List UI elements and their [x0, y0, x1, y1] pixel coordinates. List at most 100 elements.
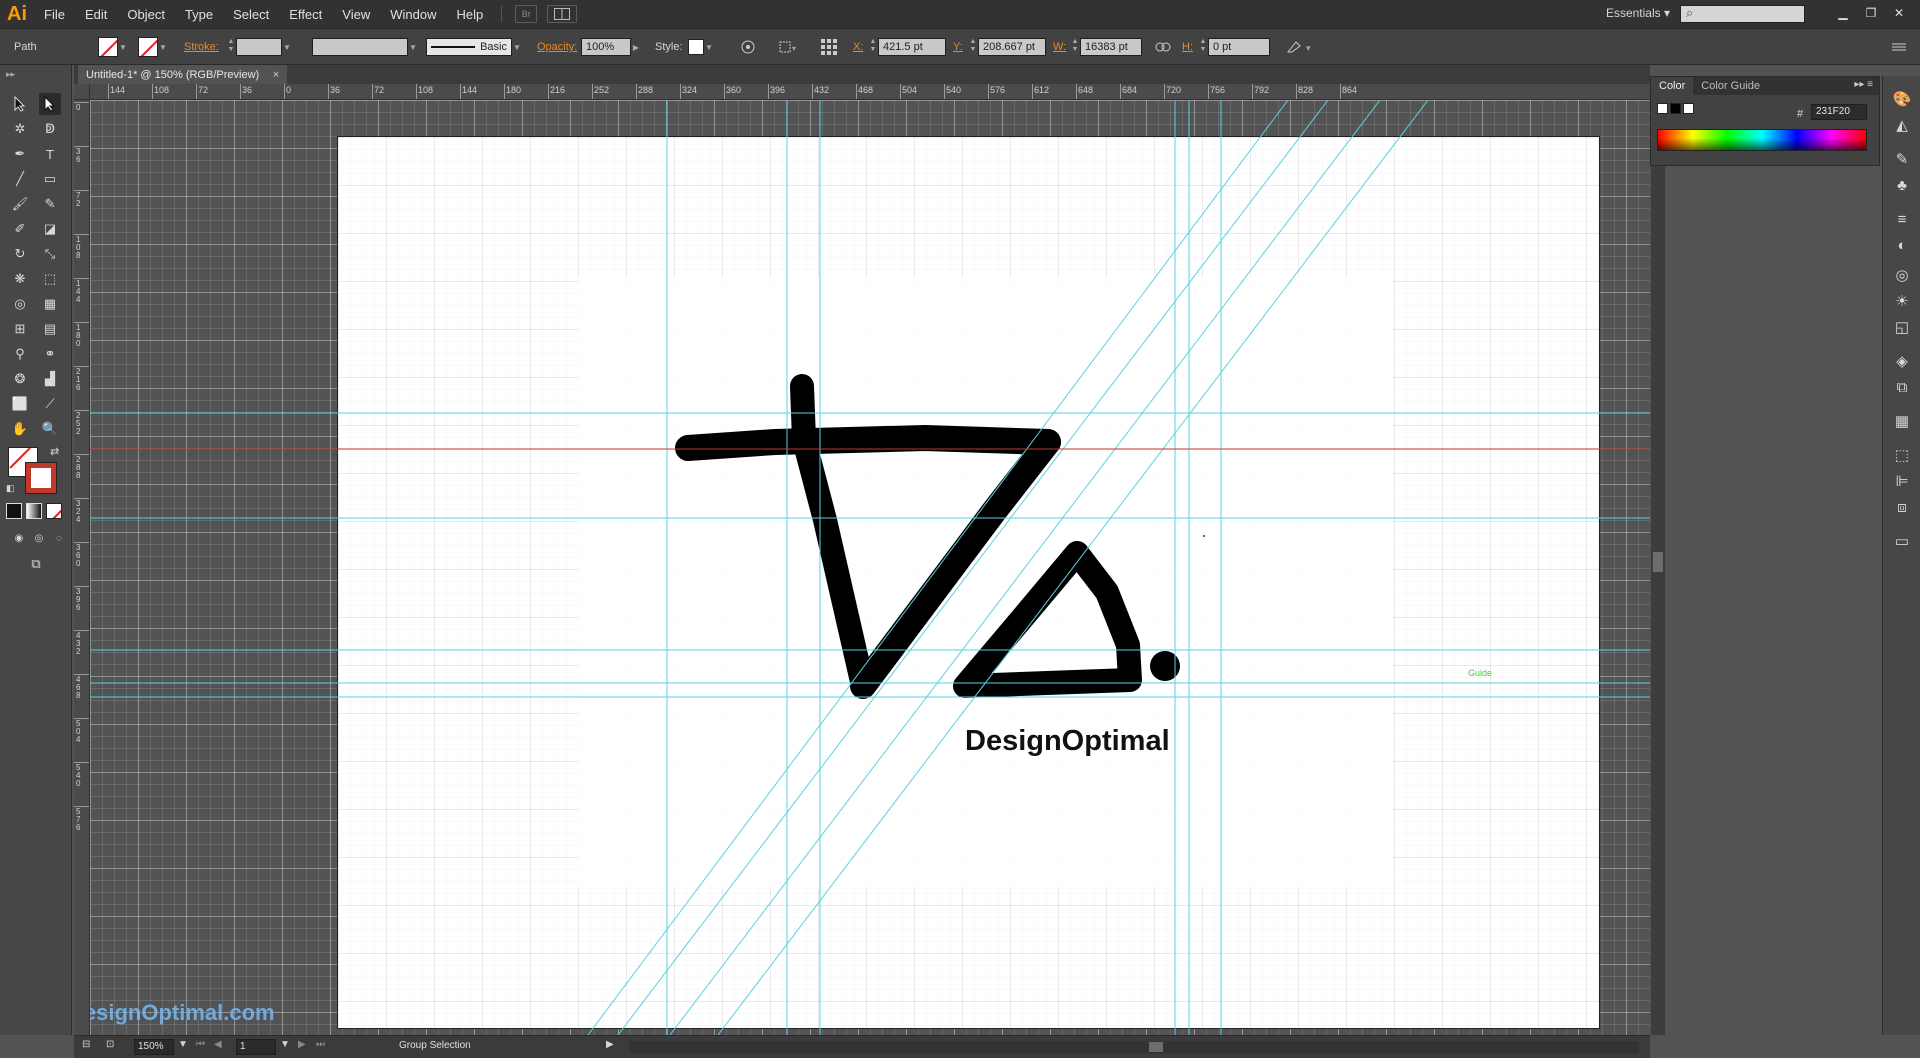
menu-view[interactable]: View: [332, 7, 380, 22]
magic-wand-icon[interactable]: ✲: [9, 118, 31, 140]
blend-icon[interactable]: ⚭: [39, 343, 61, 365]
warp-icon[interactable]: ❋: [9, 268, 31, 290]
graphic-style-swatch[interactable]: [688, 39, 704, 55]
h-field[interactable]: 0 pt: [1208, 38, 1270, 56]
scale-icon[interactable]: ⤡: [39, 243, 61, 265]
gradient-icon[interactable]: ▤: [39, 318, 61, 340]
mesh-icon[interactable]: ⊞: [9, 318, 31, 340]
minimize-button[interactable]: ▁: [1830, 4, 1856, 22]
y-label[interactable]: Y:: [953, 29, 963, 65]
opacity-label[interactable]: Opacity:: [537, 29, 577, 65]
x-field[interactable]: 421.5 pt: [878, 38, 946, 56]
stroke-swatch[interactable]: [138, 37, 158, 57]
artboards-panel-icon[interactable]: ⧉: [1892, 378, 1912, 398]
vertical-ruler[interactable]: 0 3 6 7 2 1 0 8 1 4 4 1 8 0 2 1 6 2 5 2 2 8 8 3 2…: [74, 100, 90, 1035]
appearance-icon[interactable]: ☀: [1892, 292, 1912, 312]
menu-effect[interactable]: Effect: [279, 7, 332, 22]
stroke-box[interactable]: [25, 462, 57, 494]
opacity-field[interactable]: 100%: [581, 38, 631, 56]
previous-artboard-icon[interactable]: ◀: [214, 1039, 222, 1050]
opacity-slider-icon[interactable]: ▶: [631, 38, 641, 56]
next-artboard-icon[interactable]: ▶: [298, 1039, 306, 1050]
fill-dropdown-icon[interactable]: ▼: [118, 38, 128, 56]
document-setup-icon[interactable]: ⊡: [106, 1039, 114, 1050]
arrange-documents-button[interactable]: [547, 5, 578, 23]
x-spinner[interactable]: ▲ ▼: [868, 38, 878, 56]
w-label[interactable]: W:: [1053, 29, 1066, 65]
pen-tool-icon[interactable]: ✒: [9, 143, 31, 165]
symbols-icon[interactable]: ♣: [1892, 176, 1912, 196]
y-field[interactable]: 208.667 pt: [978, 38, 1046, 56]
line-tool-icon[interactable]: ╱: [9, 168, 31, 190]
color-mode-icon[interactable]: [6, 503, 22, 519]
pencil-icon[interactable]: ✎: [39, 193, 61, 215]
swap-fill-stroke-icon[interactable]: ⇄: [50, 445, 59, 458]
rectangle-tool-icon[interactable]: ▭: [39, 168, 61, 190]
brush-dropdown-icon[interactable]: ▼: [512, 38, 522, 56]
slice-icon[interactable]: ⟋: [39, 393, 61, 415]
menu-edit[interactable]: Edit: [75, 7, 117, 22]
workspace-switcher[interactable]: Essentials ▾: [1606, 6, 1670, 20]
horizontal-scrollbar[interactable]: [629, 1041, 1639, 1053]
graphic-styles-icon[interactable]: ◱: [1892, 318, 1912, 338]
type-tool-icon[interactable]: T: [39, 143, 61, 165]
fill-swatch[interactable]: [98, 37, 118, 57]
recolor-artwork-icon[interactable]: [740, 29, 756, 65]
horizontal-scroll-thumb[interactable]: [1149, 1042, 1163, 1052]
status-options-icon[interactable]: ⊟: [82, 1039, 90, 1050]
none-color-swatch[interactable]: [1657, 103, 1668, 114]
profile-dropdown-icon[interactable]: ▼: [408, 38, 418, 56]
color-panel-icon[interactable]: 🎨: [1892, 90, 1912, 110]
artwork-brand-text[interactable]: DesignOptimal: [965, 725, 1170, 758]
white-color-swatch[interactable]: [1683, 103, 1694, 114]
artboard-number-field[interactable]: 1: [236, 1039, 276, 1055]
black-color-swatch[interactable]: [1670, 103, 1681, 114]
style-dropdown-icon[interactable]: ▼: [704, 38, 714, 56]
zoom-dropdown-icon[interactable]: ▼: [178, 1039, 188, 1050]
status-menu-icon[interactable]: ▶: [606, 1039, 614, 1050]
h-spinner[interactable]: ▲ ▼: [1198, 38, 1208, 56]
menu-type[interactable]: Type: [175, 7, 223, 22]
search-help-input[interactable]: ⌕: [1680, 5, 1805, 23]
gradient-panel-icon[interactable]: ◐: [1892, 236, 1912, 256]
transform-panel-icon[interactable]: ⬚: [1892, 446, 1912, 466]
free-transform-icon[interactable]: ⬚: [39, 268, 61, 290]
eyedropper-icon[interactable]: ⚲: [9, 343, 31, 365]
color-spectrum[interactable]: [1657, 129, 1867, 151]
constrain-proportions-icon[interactable]: [1155, 29, 1171, 65]
menu-select[interactable]: Select: [223, 7, 279, 22]
menu-file[interactable]: File: [34, 7, 75, 22]
artboard-tool-icon[interactable]: ⬜: [9, 393, 31, 415]
draw-inside-icon[interactable]: ◌: [48, 527, 70, 549]
stroke-weight-spinner[interactable]: ▲ ▼: [226, 38, 236, 56]
last-artboard-icon[interactable]: ⏭: [316, 1039, 325, 1050]
symbol-sprayer-icon[interactable]: ❂: [9, 368, 31, 390]
align-to-icon[interactable]: ▾: [778, 29, 800, 65]
reference-point-icon[interactable]: [820, 29, 838, 65]
rotate-icon[interactable]: ↻: [9, 243, 31, 265]
transparency-icon[interactable]: ◎: [1892, 266, 1912, 286]
hand-tool-icon[interactable]: ✋: [9, 418, 31, 440]
vertical-scroll-thumb[interactable]: [1653, 552, 1663, 572]
default-fill-stroke-icon[interactable]: ◧: [6, 483, 15, 494]
stroke-weight-dropdown-icon[interactable]: ▼: [282, 38, 292, 56]
eraser-icon[interactable]: ◪: [39, 218, 61, 240]
gradient-mode-icon[interactable]: [26, 503, 42, 519]
canvas[interactable]: DesignOptimal Guide DesignOptimal.com: [90, 100, 1650, 1035]
transform-options-icon[interactable]: ▾: [1286, 29, 1316, 65]
artboard-dropdown-icon[interactable]: ▼: [280, 1039, 290, 1050]
menu-help[interactable]: Help: [446, 7, 493, 22]
blob-brush-icon[interactable]: ✐: [9, 218, 31, 240]
zoom-tool-icon[interactable]: 🔍: [39, 418, 61, 440]
y-spinner[interactable]: ▲ ▼: [968, 38, 978, 56]
bridge-button[interactable]: Br: [515, 5, 538, 23]
brushes-icon[interactable]: ✎: [1892, 150, 1912, 170]
tools-panel-grip-icon[interactable]: ▸▸: [0, 65, 72, 81]
paintbrush-icon[interactable]: 🖌: [9, 193, 31, 215]
document-tab[interactable]: Untitled-1* @ 150% (RGB/Preview) ×: [78, 65, 288, 85]
pathfinder-icon[interactable]: ⧈: [1892, 498, 1912, 518]
first-artboard-icon[interactable]: ⏮: [196, 1039, 205, 1050]
menu-window[interactable]: Window: [380, 7, 446, 22]
horizontal-ruler[interactable]: 144 108 72 36 0 36 72 108 144 180 216 252 288 324 360 3…: [90, 84, 1650, 100]
vertical-scrollbar[interactable]: [1651, 84, 1665, 1035]
